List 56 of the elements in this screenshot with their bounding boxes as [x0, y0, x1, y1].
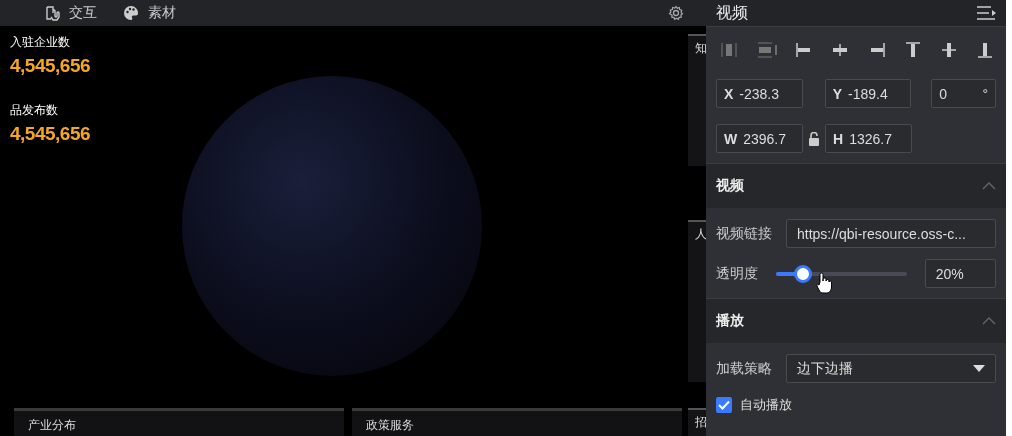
chevron-up-icon [982, 317, 996, 325]
number-field[interactable]: Y -189.4 [824, 79, 912, 108]
card-title: 招 [694, 414, 706, 431]
toolbar-tab[interactable]: 素材 [148, 4, 176, 22]
slider-track[interactable] [775, 264, 907, 283]
rotation-field[interactable]: 0 ° [931, 79, 996, 108]
field-value: -238.3 [739, 85, 780, 102]
chevron-up-icon [982, 182, 996, 190]
panel-title: 视频 [716, 2, 748, 23]
percent-field[interactable]: 20% [924, 259, 996, 288]
section-header[interactable]: 视频 [706, 163, 1006, 208]
slider-thumb[interactable] [793, 264, 812, 283]
distribute-vertical-icon[interactable] [756, 41, 778, 59]
settings-icon[interactable] [668, 5, 684, 21]
stat-label: 入驻企业数 [10, 34, 71, 51]
field-label: X [724, 85, 734, 102]
align-middle-vertical-icon[interactable] [939, 41, 958, 59]
checkbox[interactable] [716, 397, 732, 413]
url-field[interactable]: https://qbi-resource.oss-c... [786, 219, 996, 248]
section-title: 播放 [716, 312, 744, 330]
dropdown[interactable]: 边下边播 [786, 354, 996, 383]
caret-icon [973, 365, 985, 372]
field-value: 1326.7 [849, 130, 892, 147]
number-field[interactable]: H 1326.7 [825, 124, 912, 153]
checkbox-label: 自动播放 [740, 396, 792, 414]
align-top-icon[interactable] [903, 41, 922, 59]
field-value: 0 [939, 85, 948, 102]
field-value: -189.4 [847, 85, 888, 102]
stat-value: 4,545,656 [10, 123, 91, 145]
field-value: 2396.7 [743, 130, 787, 147]
distribute-horizontal-icon[interactable] [720, 41, 738, 59]
section-title: 视频 [716, 177, 744, 195]
stat-value: 4,545,656 [10, 55, 91, 77]
card-title: 产业分布 [28, 417, 76, 434]
unlocked-padlock-icon[interactable] [808, 131, 820, 146]
card-title: 政策服务 [366, 417, 414, 434]
card-title: 人 [694, 226, 706, 243]
field-label: 加载策略 [716, 359, 773, 378]
field-label: 视频链接 [716, 224, 773, 243]
toolbar-tab[interactable]: 交互 [69, 4, 97, 22]
number-field[interactable]: X -238.3 [716, 79, 803, 108]
number-field[interactable]: W 2396.7 [716, 124, 803, 153]
palette-icon [123, 5, 139, 21]
field-label: W [724, 130, 738, 147]
stat-label: 品发布数 [10, 102, 59, 119]
field-label: H [833, 130, 844, 147]
degree-unit: ° [982, 85, 988, 102]
align-center-horizontal-icon[interactable] [831, 41, 850, 59]
hand-cursor-icon [816, 272, 832, 294]
hand-pointer-icon [44, 5, 60, 21]
field-label: 透明度 [716, 264, 759, 283]
collapse-panel-icon[interactable] [976, 6, 996, 20]
card-title: 知 [694, 40, 706, 57]
section-header[interactable]: 播放 [706, 298, 1006, 343]
align-bottom-icon[interactable] [976, 41, 994, 59]
field-label: Y [832, 85, 842, 102]
